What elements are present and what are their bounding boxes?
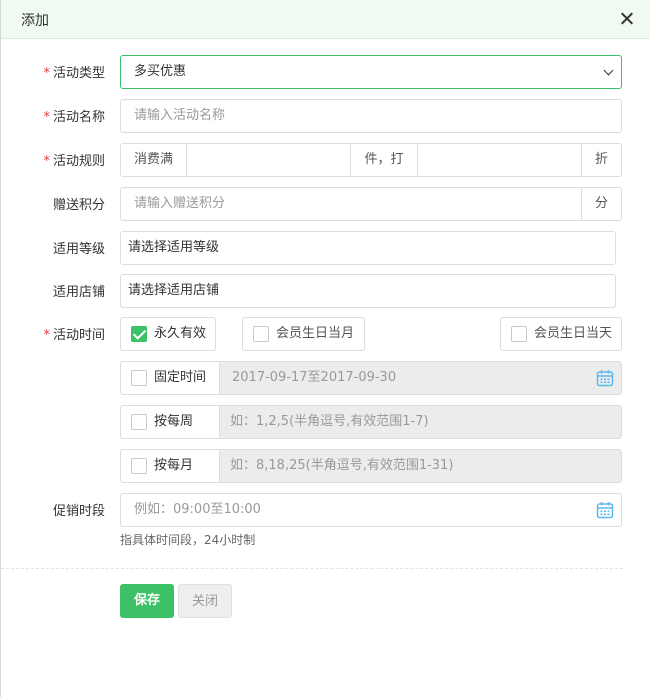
checkbox-icon <box>131 414 147 430</box>
rule-middle: 件，打 <box>350 143 418 177</box>
forever-valid-label: 永久有效 <box>154 326 207 341</box>
dialog-title: 添加 <box>21 13 49 29</box>
label-promo-period: 促销时段 <box>52 504 105 519</box>
weekly-days-placeholder: 如：1,2,5(半角逗号,有效范围1-7) <box>230 414 429 429</box>
fixed-time-label: 固定时间 <box>154 370 207 385</box>
checkbox-icon <box>131 458 147 474</box>
birthday-day-label: 会员生日当天 <box>534 326 613 341</box>
calendar-icon[interactable] <box>596 369 614 387</box>
monthly-days-placeholder: 如：8,18,25(半角逗号,有效范围1-31) <box>230 458 454 473</box>
promo-period-input[interactable]: 例如：09:00至10:00 <box>120 493 622 527</box>
activity-name-input[interactable]: 请输入活动名称 <box>120 99 622 133</box>
rule-discount-input[interactable] <box>417 143 582 177</box>
activity-name-placeholder: 请输入活动名称 <box>134 108 226 123</box>
monthly-label: 按每月 <box>154 458 194 473</box>
activity-type-value: 多买优惠 <box>134 64 187 79</box>
label-gift-points: 赠送积分 <box>52 198 105 213</box>
label-activity-time: 活动时间 <box>1 324 105 343</box>
weekly-checkbox[interactable]: 按每周 <box>120 405 220 439</box>
applicable-level-placeholder: 请选择适用等级 <box>128 240 220 255</box>
rule-prefix: 消费满 <box>120 143 187 177</box>
calendar-icon[interactable] <box>596 501 614 519</box>
promo-period-placeholder: 例如：09:00至10:00 <box>134 502 261 517</box>
birthday-day-checkbox[interactable]: 会员生日当天 <box>500 317 622 351</box>
label-activity-name: 活动名称 <box>1 106 105 125</box>
checkbox-icon <box>511 326 527 342</box>
monthly-days-input[interactable]: 如：8,18,25(半角逗号,有效范围1-31) <box>219 449 622 483</box>
gift-points-placeholder: 请输入赠送积分 <box>134 196 226 211</box>
monthly-checkbox[interactable]: 按每月 <box>120 449 220 483</box>
label-activity-rule: 活动规则 <box>1 150 105 169</box>
dialog-titlebar: 添加 <box>1 0 650 39</box>
birthday-month-checkbox[interactable]: 会员生日当月 <box>242 317 365 351</box>
checkbox-icon <box>131 370 147 386</box>
gift-points-input[interactable]: 请输入赠送积分 <box>120 187 582 221</box>
gift-points-suffix: 分 <box>581 187 622 221</box>
fixed-time-checkbox[interactable]: 固定时间 <box>120 361 220 395</box>
close-icon[interactable] <box>617 9 637 29</box>
fixed-time-range-input[interactable]: 2017-09-17至2017-09-30 <box>219 361 622 395</box>
birthday-month-label: 会员生日当月 <box>276 326 355 341</box>
activity-type-select[interactable]: 多买优惠 <box>120 55 622 89</box>
footer-divider <box>1 568 623 569</box>
applicable-store-input[interactable]: 请选择适用店铺 <box>120 274 616 308</box>
checkbox-checked-icon <box>131 326 147 342</box>
label-applicable-store: 适用店铺 <box>52 285 105 300</box>
weekly-label: 按每周 <box>154 414 194 429</box>
forever-valid-checkbox[interactable]: 永久有效 <box>120 317 216 351</box>
fixed-time-range-value: 2017-09-17至2017-09-30 <box>232 370 397 385</box>
promo-period-hint: 指具体时间段，24小时制 <box>120 533 256 547</box>
rule-suffix: 折 <box>581 143 622 177</box>
chevron-down-icon <box>603 65 614 76</box>
label-applicable-level: 适用等级 <box>52 242 105 257</box>
close-button[interactable]: 关闭 <box>178 584 232 618</box>
weekly-days-input[interactable]: 如：1,2,5(半角逗号,有效范围1-7) <box>219 405 622 439</box>
checkbox-icon <box>253 326 269 342</box>
applicable-level-input[interactable]: 请选择适用等级 <box>120 231 616 265</box>
save-button[interactable]: 保存 <box>120 584 174 618</box>
add-dialog: 添加 活动类型 多买优惠 活动名称 请输入活动名称 活动规则 消费满 件，打 折… <box>0 0 650 697</box>
rule-quantity-input[interactable] <box>186 143 351 177</box>
label-activity-type: 活动类型 <box>1 62 105 81</box>
applicable-store-placeholder: 请选择适用店铺 <box>128 283 220 298</box>
